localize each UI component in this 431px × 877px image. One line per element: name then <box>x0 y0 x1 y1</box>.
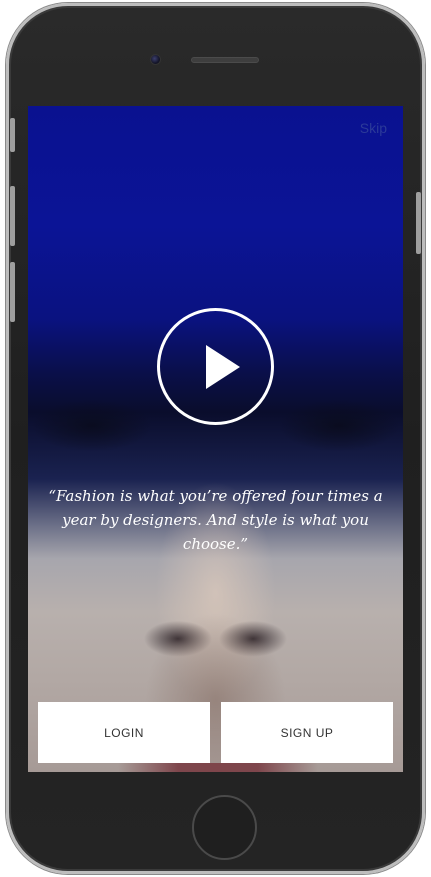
volume-up-button <box>10 186 15 246</box>
home-button[interactable] <box>192 795 257 860</box>
front-camera <box>150 54 161 65</box>
power-button <box>416 192 421 254</box>
play-icon <box>206 345 240 389</box>
volume-down-button <box>10 262 15 322</box>
login-button[interactable]: LOGIN <box>38 702 210 763</box>
fashion-quote: “Fashion is what you’re offered four tim… <box>48 487 383 553</box>
background-photo-detail <box>118 763 318 772</box>
sign-up-button[interactable]: SIGN UP <box>221 702 393 763</box>
skip-link[interactable]: Skip <box>360 120 387 136</box>
mute-switch <box>10 118 15 152</box>
play-video-button[interactable] <box>157 308 274 425</box>
app-screen: Skip “Fashion is what you’re offered fou… <box>28 106 403 772</box>
earpiece-speaker <box>191 57 259 63</box>
